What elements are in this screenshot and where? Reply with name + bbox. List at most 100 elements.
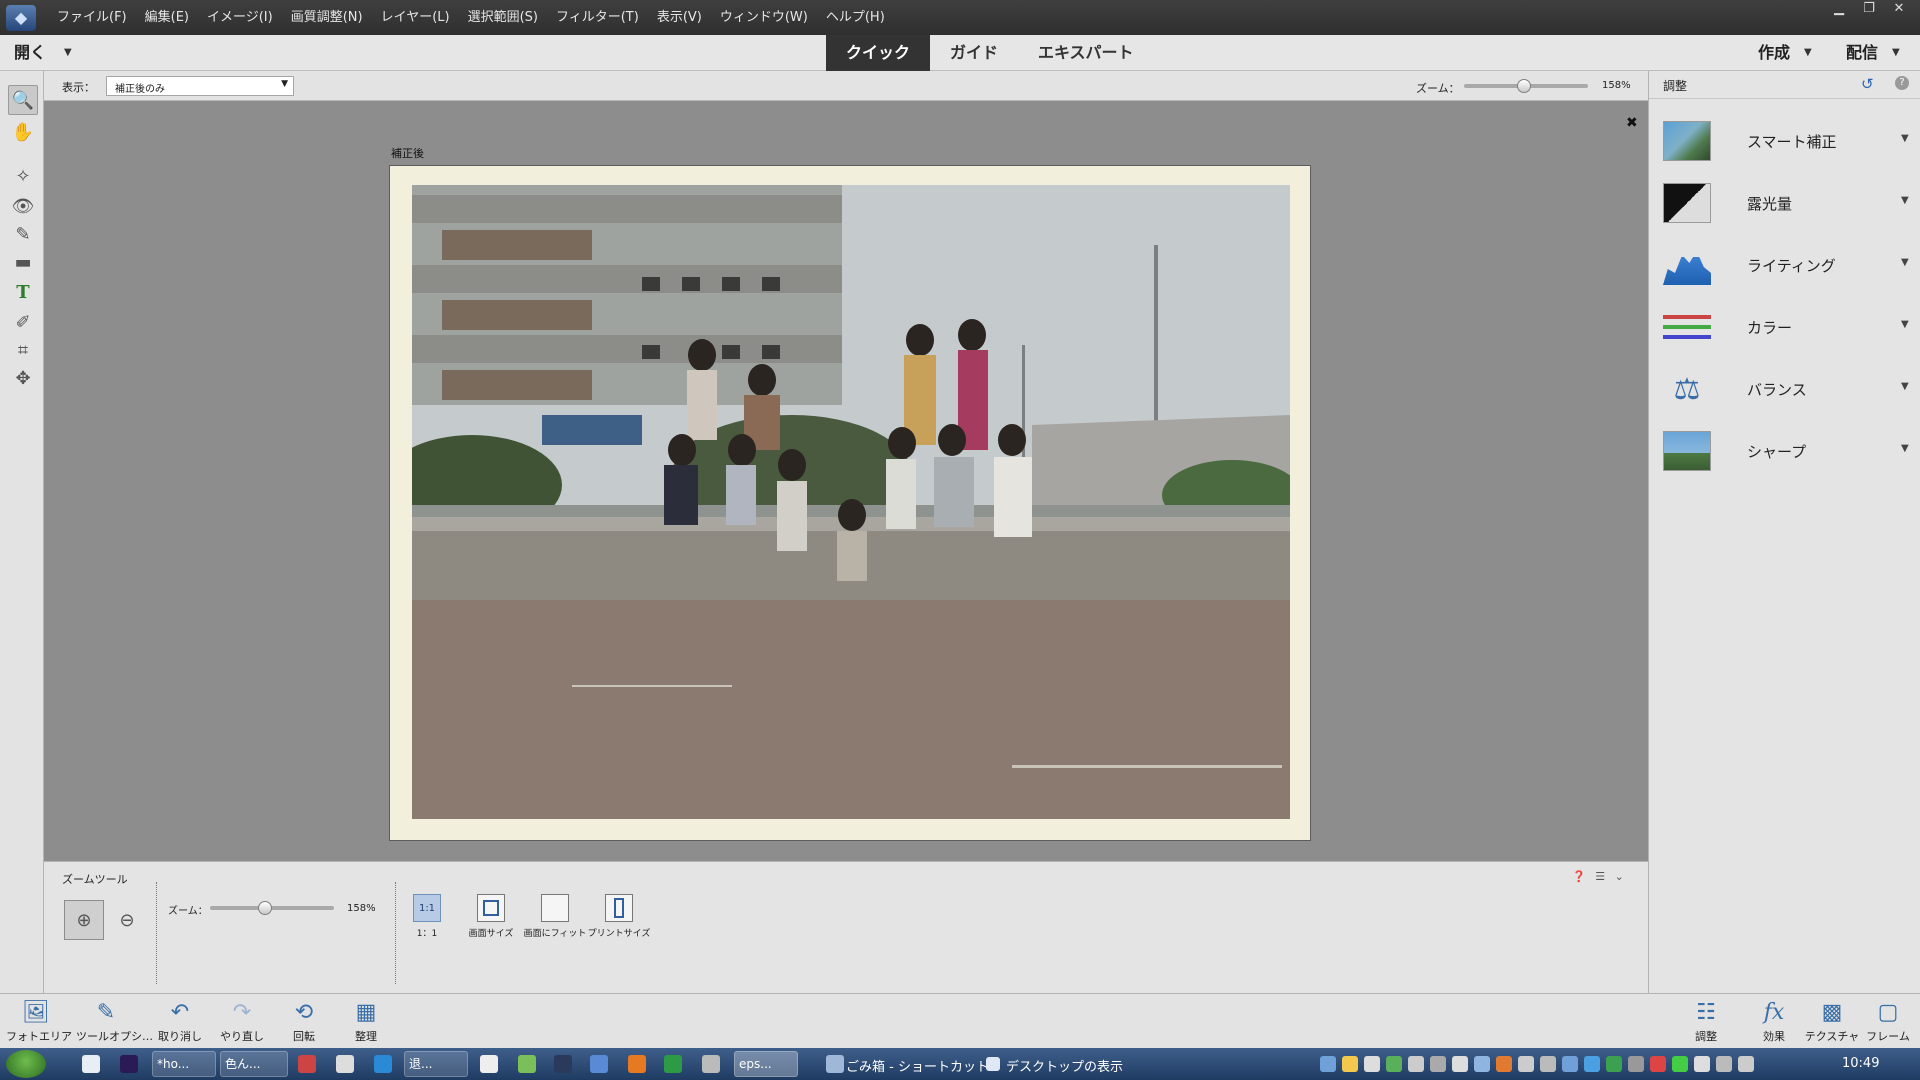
adjustments-button[interactable]: ☷ 調整 [1676, 998, 1736, 1044]
print-size-button[interactable]: プリントサイズ [584, 894, 654, 939]
ie-icon[interactable] [374, 1055, 392, 1073]
explorer-icon[interactable] [82, 1055, 100, 1073]
tray-icon[interactable] [1562, 1056, 1578, 1072]
volume-icon[interactable] [1738, 1056, 1754, 1072]
printer-icon[interactable] [702, 1055, 720, 1073]
tray-icon[interactable] [1606, 1056, 1622, 1072]
organize-button[interactable]: ▦ 整理 [336, 998, 396, 1044]
crop-tool-icon[interactable]: ⌗ [8, 335, 38, 365]
close-document-icon[interactable]: ✖ [1626, 115, 1638, 131]
tab-guided[interactable]: ガイド [930, 35, 1018, 71]
help-icon[interactable]: ? [1895, 76, 1909, 90]
zoom-slider-handle[interactable] [1516, 79, 1531, 93]
tray-icon[interactable] [1518, 1056, 1534, 1072]
tray-icon[interactable] [1540, 1056, 1556, 1072]
desktop-icon[interactable] [986, 1057, 1000, 1071]
healing-brush-tool-icon[interactable]: ✐ [8, 307, 38, 337]
tray-icon[interactable] [1320, 1056, 1336, 1072]
app-icon[interactable] [518, 1055, 536, 1073]
adjust-smart-fix[interactable]: スマート補正 ▼ [1649, 111, 1920, 173]
menu-help[interactable]: ヘルプ(H) [817, 0, 894, 35]
undo-button[interactable]: ↶ 取り消し [150, 998, 210, 1044]
photo-bin-button[interactable]: 🖼 フォトエリア [6, 998, 72, 1044]
photo-image[interactable] [412, 185, 1290, 819]
firefox-icon[interactable] [628, 1055, 646, 1073]
tray-icon[interactable] [1672, 1056, 1688, 1072]
adjust-exposure[interactable]: 露光量 ▼ [1649, 173, 1920, 235]
open-button[interactable]: 開く ▼ [14, 35, 72, 71]
flag-icon[interactable] [1694, 1056, 1710, 1072]
redo-button[interactable]: ↷ やり直し [212, 998, 272, 1044]
restore-button[interactable]: ❐ [1854, 0, 1884, 18]
collapse-icon[interactable]: ⌄ [1615, 870, 1624, 883]
textures-button[interactable]: ▩ テクスチャ [1802, 998, 1862, 1044]
app-icon[interactable] [480, 1055, 498, 1073]
menu-filter[interactable]: フィルター(T) [547, 0, 648, 35]
tray-icon[interactable] [1628, 1056, 1644, 1072]
share-button[interactable]: 配信 ▼ [1846, 35, 1900, 71]
effects-button[interactable]: fx 効果 [1744, 998, 1804, 1044]
one-to-one-button[interactable]: 1:1 1：1 [392, 894, 462, 939]
menu-layer[interactable]: レイヤー(L) [372, 0, 459, 35]
tab-quick[interactable]: クイック [826, 35, 931, 71]
frames-button[interactable]: ▢ フレーム [1858, 998, 1918, 1044]
premiere-icon[interactable] [120, 1055, 138, 1073]
adjust-balance[interactable]: ⚖ バランス ▼ [1649, 359, 1920, 421]
tray-icon[interactable] [1342, 1056, 1358, 1072]
tool-options-button[interactable]: ✎ ツールオプシ… [76, 998, 153, 1044]
canvas-area[interactable]: ✖ 補正後 [44, 101, 1648, 861]
menu-select[interactable]: 選択範囲(S) [459, 0, 547, 35]
tray-icon[interactable] [1430, 1056, 1446, 1072]
tray-icon[interactable] [1408, 1056, 1424, 1072]
tab-expert[interactable]: エキスパート [1018, 35, 1154, 71]
zoom-tool-icon[interactable]: 🔍 [8, 85, 38, 115]
menu-window[interactable]: ウィンドウ(W) [711, 0, 817, 35]
menu-file[interactable]: ファイル(F) [48, 0, 136, 35]
tray-icon[interactable] [1496, 1056, 1512, 1072]
hand-tool-icon[interactable]: ✋ [8, 117, 38, 147]
tray-icon[interactable] [1364, 1056, 1380, 1072]
whiten-teeth-tool-icon[interactable]: ✎ [8, 219, 38, 249]
menu-image[interactable]: イメージ(I) [198, 0, 282, 35]
text-tool-icon[interactable]: T [8, 277, 38, 307]
reset-icon[interactable]: ↺ [1861, 75, 1874, 93]
close-window-button[interactable]: ✕ [1884, 0, 1914, 18]
rotate-button[interactable]: ⟲ 回転 [274, 998, 334, 1044]
move-tool-icon[interactable]: ✥ [8, 363, 38, 393]
app-icon[interactable] [590, 1055, 608, 1073]
show-desktop-shortcut[interactable]: デスクトップの表示 [1006, 1056, 1123, 1075]
adjust-lighting[interactable]: ライティング ▼ [1649, 235, 1920, 297]
chevron-down-icon[interactable]: ▼ [64, 35, 72, 71]
zoom-slider-handle[interactable] [257, 901, 272, 915]
taskbar-button-eps[interactable]: eps... [734, 1051, 798, 1077]
view-select[interactable]: 補正後のみ ▼ [106, 76, 294, 96]
network-icon[interactable] [1716, 1056, 1732, 1072]
minimize-button[interactable]: ▁ [1824, 0, 1854, 18]
tray-icon[interactable] [1474, 1056, 1490, 1072]
taskbar-button-folder[interactable]: 色ん... [220, 1051, 288, 1077]
adjust-color[interactable]: カラー ▼ [1649, 297, 1920, 359]
app-logo-icon[interactable]: ◆ [6, 4, 36, 31]
tray-icon[interactable] [1584, 1056, 1600, 1072]
fit-screen-button[interactable]: 画面サイズ [456, 894, 526, 939]
app-icon[interactable] [664, 1055, 682, 1073]
tray-icon[interactable] [1386, 1056, 1402, 1072]
app-icon[interactable] [554, 1055, 572, 1073]
app-icon[interactable] [336, 1055, 354, 1073]
adjust-sharpen[interactable]: シャープ ▼ [1649, 421, 1920, 483]
taskbar-button-chrome[interactable]: 退... [404, 1051, 468, 1077]
taskbar-button-elements[interactable]: *ho... [152, 1051, 216, 1077]
tray-icon[interactable] [1650, 1056, 1666, 1072]
panel-menu-icon[interactable]: ☰ [1595, 870, 1605, 883]
quick-select-tool-icon[interactable]: ✧ [8, 161, 38, 191]
recycle-bin-shortcut[interactable]: ごみ箱 - ショートカット [846, 1056, 989, 1075]
menu-enhance[interactable]: 画質調整(N) [282, 0, 372, 35]
zoom-out-button[interactable]: ⊖ [110, 900, 144, 940]
recycle-bin-icon[interactable] [826, 1055, 844, 1073]
straighten-tool-icon[interactable]: ▬ [8, 247, 38, 277]
red-eye-tool-icon[interactable]: 👁 [8, 191, 38, 221]
clock[interactable]: 10:49 [1842, 1056, 1879, 1071]
menu-view[interactable]: 表示(V) [648, 0, 711, 35]
zoom-in-button[interactable]: ⊕ [64, 900, 104, 940]
app-icon[interactable] [298, 1055, 316, 1073]
